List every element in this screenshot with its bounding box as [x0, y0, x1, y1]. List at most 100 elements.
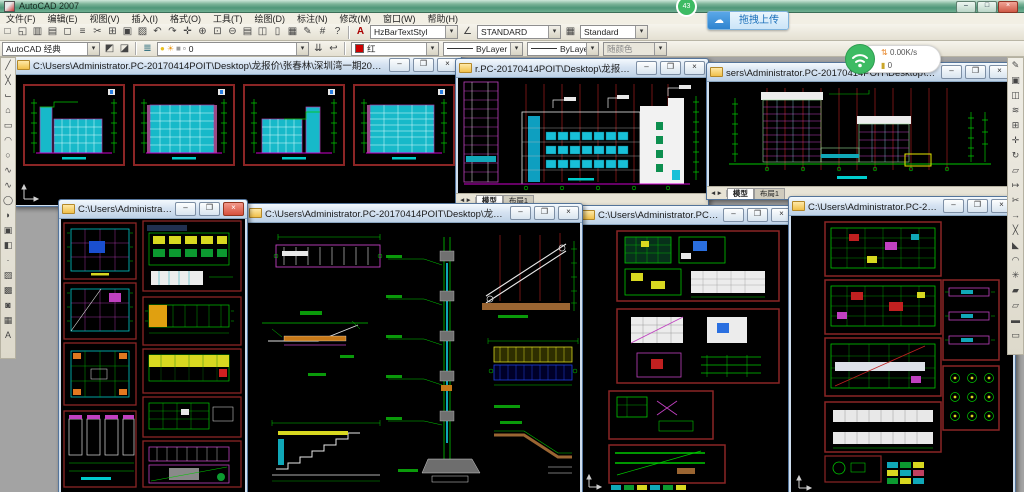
- workspace-combo[interactable]: AutoCAD 经典 ▾: [2, 42, 100, 56]
- extend-icon[interactable]: →: [1009, 208, 1022, 223]
- chevron-down-icon[interactable]: ▾: [586, 43, 598, 55]
- copy-icon[interactable]: ▣: [1009, 73, 1022, 88]
- explode-icon[interactable]: ✳: [1009, 268, 1022, 283]
- revcloud-icon[interactable]: ∿: [2, 163, 15, 178]
- table-style-combo[interactable]: Standard ▾: [580, 25, 648, 39]
- window-title-bar[interactable]: C:\Users\Administrator.PC-20170414POIT\D…: [59, 200, 247, 219]
- make-object-layer-current-icon[interactable]: ⇊: [311, 42, 326, 56]
- chamfer-icon[interactable]: ◣: [1009, 238, 1022, 253]
- trim-icon[interactable]: ✂: [1009, 193, 1022, 208]
- drag-upload-button[interactable]: ☁ 拖拽上传: [707, 11, 789, 30]
- hatch-icon[interactable]: ▨: [2, 268, 15, 283]
- rotate-icon[interactable]: ↻: [1009, 148, 1022, 163]
- cad-viewport[interactable]: [709, 82, 1011, 198]
- sheetset-manager-icon[interactable]: ▦: [285, 25, 300, 39]
- lineweight-combo[interactable]: ByLayer ▾: [527, 42, 599, 56]
- window-restore-button[interactable]: ❐: [747, 208, 768, 222]
- window-minimize-button[interactable]: –: [723, 208, 744, 222]
- quickcalc-icon[interactable]: #: [315, 25, 330, 39]
- properties-icon[interactable]: ▤: [240, 25, 255, 39]
- tab-model[interactable]: 模型: [727, 188, 754, 199]
- layer-lock-icon[interactable]: ■: [176, 44, 181, 53]
- layer-previous-icon[interactable]: ↩: [326, 42, 341, 56]
- gradient-icon[interactable]: ▩: [2, 283, 15, 298]
- help-icon[interactable]: ?: [330, 25, 345, 39]
- chevron-down-icon[interactable]: ▾: [510, 43, 522, 55]
- rectangle-icon[interactable]: ▭: [2, 118, 15, 133]
- drawing-window-7[interactable]: C:\Users\Administrator.PC-20170414POIT\D…: [788, 196, 1016, 492]
- mtext-icon[interactable]: A: [2, 328, 15, 343]
- window-close-button[interactable]: ×: [684, 61, 705, 75]
- window-restore-button[interactable]: ❐: [660, 61, 681, 75]
- window-title-bar[interactable]: C:\Users\Administrator.PC-20170414POIT\D…: [14, 56, 461, 75]
- construction-line-icon[interactable]: ╳: [2, 73, 15, 88]
- drawing-window-4-active[interactable]: C:\Users\Administrator.PC-20170414POIT\D…: [58, 199, 248, 492]
- workspace-save-icon[interactable]: ◪: [117, 42, 132, 56]
- open-icon[interactable]: ◱: [15, 25, 30, 39]
- point-icon[interactable]: ·: [2, 253, 15, 268]
- window-minimize-button[interactable]: –: [636, 61, 657, 75]
- window-restore-button[interactable]: ❐: [967, 199, 988, 213]
- cad-viewport[interactable]: [791, 216, 1013, 492]
- undo-icon[interactable]: ↶: [150, 25, 165, 39]
- redo-icon[interactable]: ↷: [165, 25, 180, 39]
- polygon-icon[interactable]: ⌂: [2, 103, 15, 118]
- copy-clip-icon[interactable]: ⊞: [105, 25, 120, 39]
- dim-style-combo[interactable]: STANDARD ▾: [477, 25, 561, 39]
- zoom-previous-icon[interactable]: ⊖: [225, 25, 240, 39]
- stretch-icon[interactable]: ↦: [1009, 178, 1022, 193]
- window-close-button[interactable]: ×: [558, 206, 579, 220]
- wifi-icon[interactable]: [845, 44, 875, 74]
- polyline-icon[interactable]: ⌙: [2, 88, 15, 103]
- window-title-bar[interactable]: C:\Users\Administrator.PC-20170414POIT..…: [579, 206, 795, 225]
- tab-nav-arrows[interactable]: ◄►: [707, 190, 727, 197]
- window-restore-button[interactable]: ❐: [534, 206, 555, 220]
- window-minimize-button[interactable]: –: [941, 65, 962, 79]
- draworder-front-icon[interactable]: ▰: [1009, 283, 1022, 298]
- window-restore-button[interactable]: ❐: [413, 58, 434, 72]
- layer-freeze-sun-icon[interactable]: ☀: [167, 44, 174, 53]
- cut-icon[interactable]: ✂: [90, 25, 105, 39]
- window-minimize-button[interactable]: –: [510, 206, 531, 220]
- draworder-under-icon[interactable]: ▭: [1009, 328, 1022, 343]
- linetype-combo[interactable]: ByLayer ▾: [443, 42, 523, 56]
- cad-viewport[interactable]: [248, 223, 580, 492]
- window-minimize-button[interactable]: –: [175, 202, 196, 216]
- region-icon[interactable]: ◙: [2, 298, 15, 313]
- tool-palettes-icon[interactable]: ▯: [270, 25, 285, 39]
- chevron-down-icon[interactable]: ▾: [548, 26, 560, 38]
- draworder-above-icon[interactable]: ▬: [1009, 313, 1022, 328]
- circle-icon[interactable]: ○: [2, 148, 15, 163]
- fillet-icon[interactable]: ◠: [1009, 253, 1022, 268]
- markup-icon[interactable]: ✎: [300, 25, 315, 39]
- pan-icon[interactable]: ✛: [180, 25, 195, 39]
- erase-icon[interactable]: ✎: [1009, 58, 1022, 73]
- match-properties-icon[interactable]: ▨: [135, 25, 150, 39]
- layer-combo[interactable]: ● ☀ ■ ▫ 0 ▾: [157, 42, 309, 56]
- workspace-settings-icon[interactable]: ◩: [102, 42, 117, 56]
- chevron-down-icon[interactable]: ▾: [635, 26, 647, 38]
- drawing-window-6[interactable]: C:\Users\Administrator.PC-20170414POIT..…: [578, 205, 796, 492]
- app-maximize-button[interactable]: □: [977, 1, 997, 13]
- zoom-window-icon[interactable]: ⊡: [210, 25, 225, 39]
- plot-icon[interactable]: ▤: [45, 25, 60, 39]
- insert-block-icon[interactable]: ▣: [2, 223, 15, 238]
- chevron-down-icon[interactable]: ▾: [426, 43, 438, 55]
- plot-preview-icon[interactable]: ◻: [60, 25, 75, 39]
- window-restore-button[interactable]: ❐: [199, 202, 220, 216]
- app-close-button[interactable]: ×: [998, 1, 1018, 13]
- cad-viewport[interactable]: [61, 219, 245, 492]
- window-title-bar[interactable]: C:\Users\Administrator.PC-20170414POIT\D…: [789, 197, 1015, 216]
- cad-viewport[interactable]: [458, 78, 706, 205]
- paste-icon[interactable]: ▣: [120, 25, 135, 39]
- drawing-window-5[interactable]: C:\Users\Administrator.PC-20170414POIT\D…: [245, 203, 583, 492]
- scale-icon[interactable]: ▱: [1009, 163, 1022, 178]
- save-icon[interactable]: ▥: [30, 25, 45, 39]
- designcenter-icon[interactable]: ◫: [255, 25, 270, 39]
- array-icon[interactable]: ⊞: [1009, 118, 1022, 133]
- window-close-button[interactable]: ×: [223, 202, 244, 216]
- arc-icon[interactable]: ◠: [2, 133, 15, 148]
- network-speed-widget[interactable]: ⇅ 0.00K/s ▮ 0: [845, 44, 941, 74]
- text-style-combo[interactable]: HzBarTextStyl ▾: [370, 25, 458, 39]
- window-title-bar[interactable]: C:\Users\Administrator.PC-20170414POIT\D…: [246, 204, 582, 223]
